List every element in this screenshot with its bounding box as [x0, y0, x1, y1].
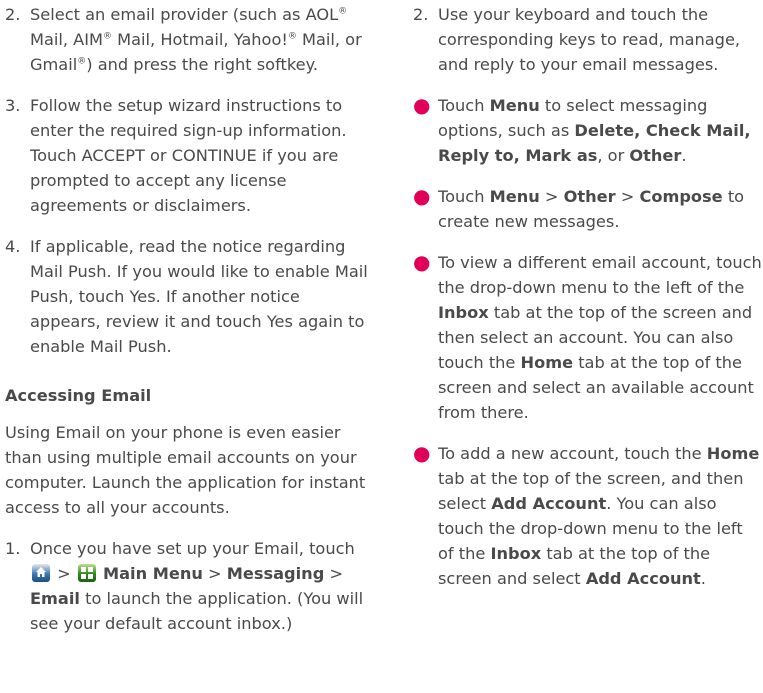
messaging-label: Messaging: [226, 564, 325, 583]
step-number: 3.: [5, 96, 21, 115]
step-2-select-provider: 2. Select an email provider (such as AOL…: [5, 2, 375, 77]
text-part: Mail, Hotmail, Yahoo!: [112, 30, 288, 49]
separator: >: [324, 564, 344, 583]
bullet-text: To view a different email account, touch…: [438, 250, 763, 425]
bullet-icon: ●: [413, 250, 431, 274]
step-number: 2.: [5, 5, 21, 24]
menu-label: Menu: [489, 96, 540, 115]
inbox-label: Inbox: [438, 303, 489, 322]
bullet-compose: ● Touch Menu > Other > Compose to create…: [413, 184, 763, 234]
bullet-add-account: ● To add a new account, touch the Home t…: [413, 441, 763, 591]
inbox-label: Inbox: [490, 544, 542, 563]
step-4-mail-push: 4. If applicable, read the notice regard…: [5, 234, 375, 359]
bullet-text: To add a new account, touch the Home tab…: [438, 441, 763, 591]
left-column: 2. Select an email provider (such as AOL…: [5, 2, 375, 636]
step-number: 1.: [5, 539, 21, 558]
separator: >: [202, 564, 227, 583]
home-label: Home: [520, 353, 574, 372]
main-menu-label: Main Menu: [103, 564, 203, 583]
step-text: Use your keyboard and touch the correspo…: [438, 5, 741, 74]
text-part: , or: [597, 146, 630, 165]
text-part: Touch: [438, 187, 490, 206]
text-part: To view a different email account, touch…: [438, 253, 762, 297]
bullet-view-account: ● To view a different email account, tou…: [413, 250, 763, 425]
intro-paragraph: Using Email on your phone is even easier…: [5, 423, 366, 517]
other-label: Other: [629, 146, 682, 165]
step-text: If applicable, read the notice regarding…: [30, 237, 368, 356]
bullet-icon: ●: [413, 93, 431, 117]
home-icon: [32, 564, 50, 582]
text-part: Once you have set up your Email, touch: [30, 539, 355, 558]
other-label: Other: [563, 187, 616, 206]
compose-label: Compose: [639, 187, 723, 206]
text-part: Touch: [438, 96, 490, 115]
menu-label: Menu: [489, 187, 540, 206]
step-text: Follow the setup wizard instructions to …: [30, 96, 347, 215]
registered-mark: ®: [103, 31, 112, 42]
email-label: Email: [30, 589, 80, 608]
separator: >: [615, 187, 640, 206]
step-number: 4.: [5, 237, 21, 256]
add-account-label: Add Account: [585, 569, 701, 588]
home-label: Home: [706, 444, 760, 463]
text-part: .: [700, 569, 706, 588]
registered-mark: ®: [338, 6, 348, 17]
bullet-icon: ●: [413, 441, 431, 465]
bullet-icon: ●: [413, 184, 431, 208]
separator: >: [539, 187, 564, 206]
text-part: to launch the application. (You will see…: [30, 589, 364, 633]
text-part: Mail, AIM: [30, 30, 103, 49]
step-2-use-keyboard: 2. Use your keyboard and touch the corre…: [413, 2, 763, 77]
section-heading: Accessing Email: [5, 386, 152, 405]
text-part: To add a new account, touch the: [438, 444, 707, 463]
add-account-label: Add Account: [491, 494, 607, 513]
step-1-open-email: 1. Once you have set up your Email, touc…: [5, 536, 375, 636]
bullet-text: Touch Menu to select messaging options, …: [438, 93, 763, 168]
step-3-setup-wizard: 3. Follow the setup wizard instructions …: [5, 93, 375, 218]
right-column: 2. Use your keyboard and touch the corre…: [413, 2, 763, 591]
bullet-text: Touch Menu > Other > Compose to create n…: [438, 184, 763, 234]
text-part: .: [681, 146, 687, 165]
step-text: Select an email provider (such as AOL® M…: [30, 2, 375, 77]
registered-mark: ®: [77, 56, 87, 67]
text-part: ) and press the right softkey.: [86, 55, 319, 74]
step-number: 2.: [413, 5, 429, 24]
separator: >: [52, 564, 76, 583]
registered-mark: ®: [287, 31, 297, 42]
bullet-menu-options: ● Touch Menu to select messaging options…: [413, 93, 763, 168]
step-text: Once you have set up your Email, touch >…: [30, 536, 375, 636]
text-part: Select an email provider (such as AOL: [30, 5, 339, 24]
main-menu-icon: [77, 564, 96, 582]
